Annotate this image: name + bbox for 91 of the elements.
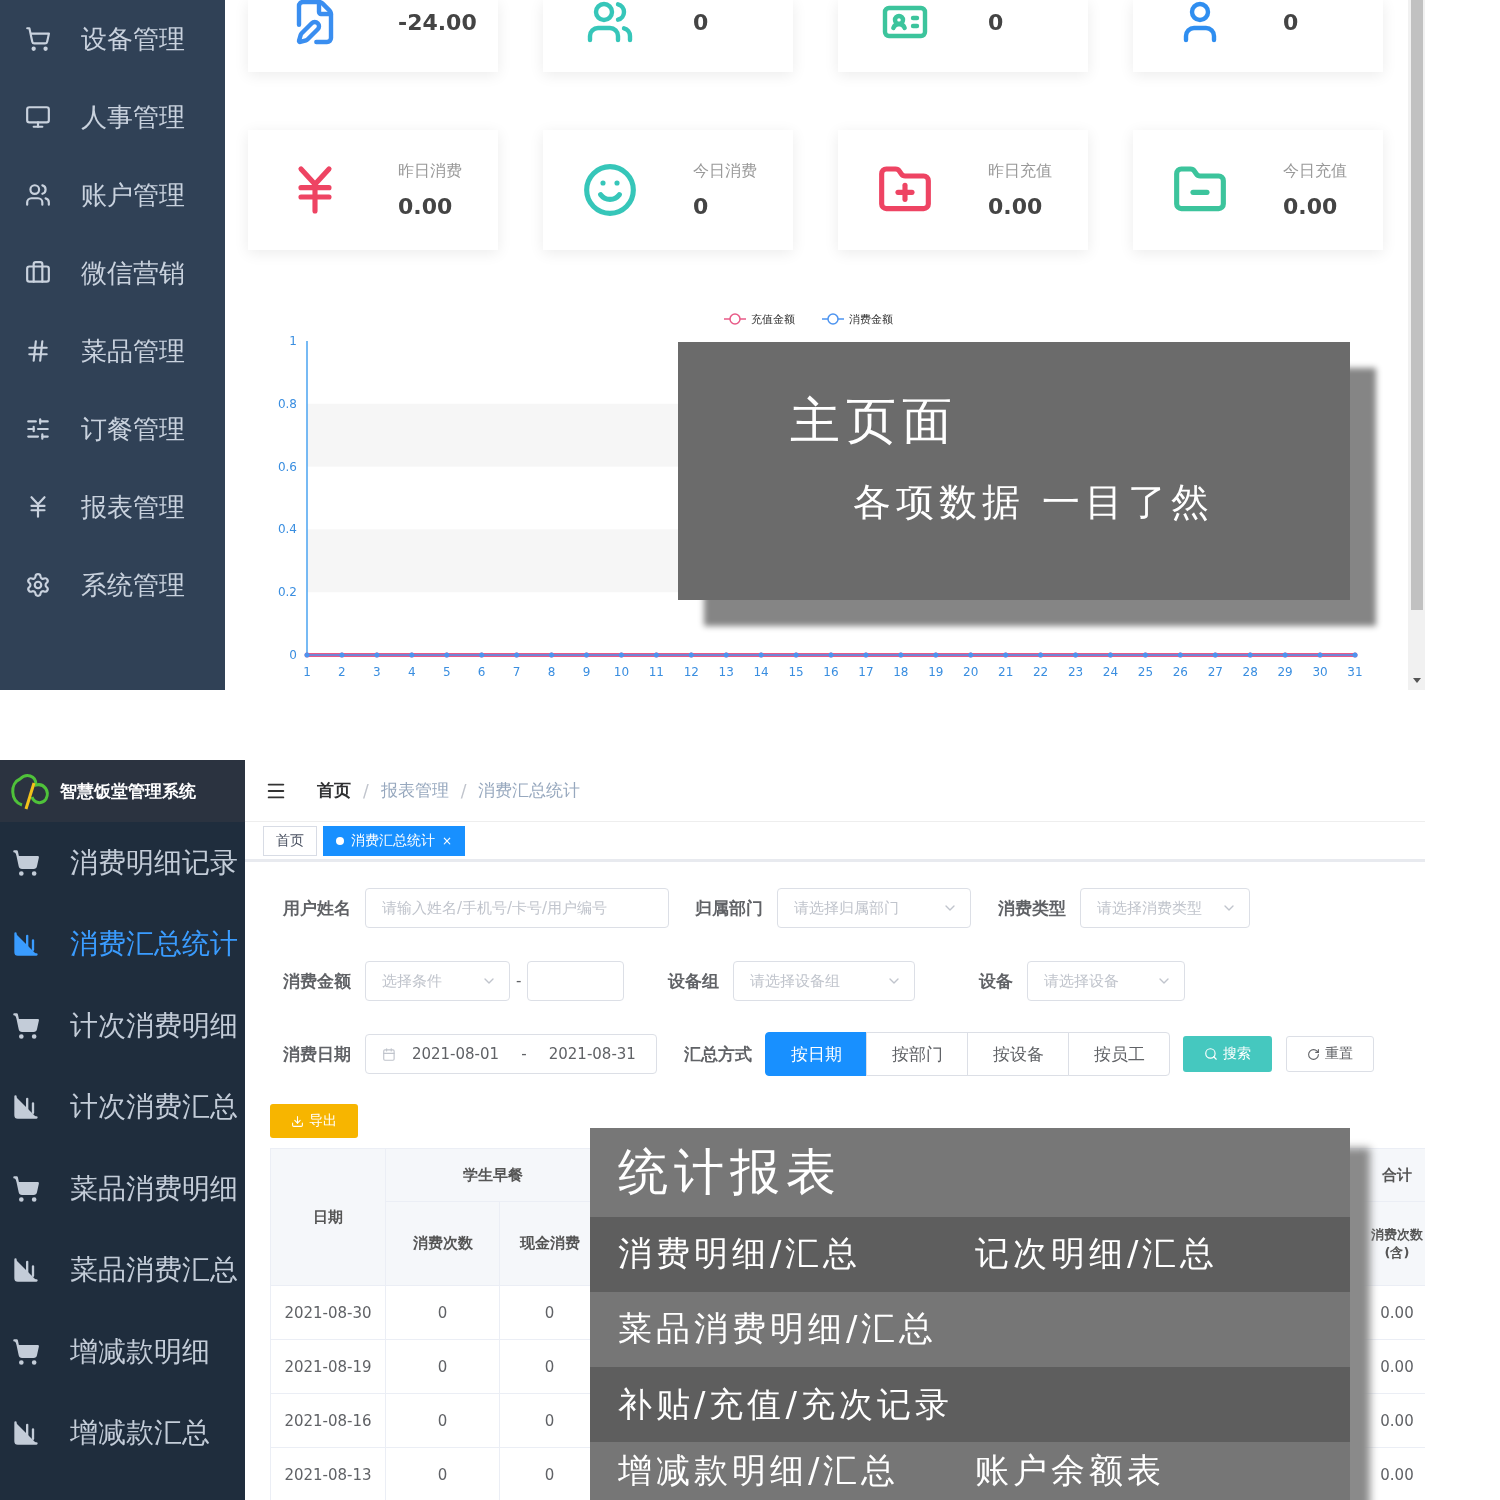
- placeholder-text: 请选择设备: [1044, 971, 1121, 991]
- stat-value: 0.00: [988, 194, 1044, 219]
- stat-value: 0: [693, 194, 710, 219]
- x-tick-label: 15: [788, 665, 804, 679]
- overlay-subtitle: 各项数据 一目了然: [852, 479, 1216, 526]
- breadcrumb-separator: /: [460, 780, 467, 801]
- x-tick-label: 21: [998, 665, 1014, 679]
- stat-value: 0.00: [1283, 194, 1339, 219]
- field-label: 设备: [979, 969, 1014, 993]
- overlay-title: 统计报表: [590, 1128, 1350, 1217]
- overlay-text: 记次明细/汇总: [975, 1232, 1220, 1276]
- column-header: 消费次数: [385, 1201, 500, 1286]
- x-tick-label: 30: [1312, 665, 1328, 679]
- placeholder-text: 请选择设备组: [750, 971, 842, 991]
- legend-label: 充值金额: [751, 313, 795, 326]
- x-tick-label: 4: [407, 665, 416, 679]
- x-tick-label: 19: [928, 665, 944, 679]
- x-tick-label: 6: [477, 665, 486, 679]
- breadcrumb-separator: /: [363, 780, 369, 801]
- table-cell: 0: [385, 1339, 500, 1394]
- column-header: 消费次数(含): [1359, 1201, 1425, 1286]
- table-cell: 0: [385, 1393, 500, 1448]
- stat-label: 今日充值: [1283, 161, 1347, 182]
- stat-value: 0: [1283, 9, 1299, 35]
- x-tick-label: 23: [1067, 665, 1084, 679]
- end-date: 2021-08-31: [547, 1045, 637, 1063]
- x-tick-label: 18: [893, 665, 909, 679]
- field-label: 消费金额: [283, 969, 351, 993]
- placeholder-text: 请选择归属部门: [794, 898, 900, 918]
- table-cell: 2021-08-30: [270, 1285, 386, 1340]
- x-tick-label: 5: [442, 665, 451, 679]
- x-tick-label: 16: [823, 665, 839, 679]
- range-separator: -: [521, 1045, 527, 1063]
- x-tick-label: 27: [1207, 665, 1223, 679]
- x-tick-label: 7: [512, 665, 521, 679]
- x-tick-label: 9: [582, 665, 591, 679]
- x-tick-label: 13: [718, 665, 734, 679]
- x-tick-label: 14: [753, 665, 769, 679]
- stat-value: 0: [988, 9, 1004, 35]
- x-tick-label: 20: [963, 665, 979, 679]
- field-label: 汇总方式: [684, 1042, 752, 1066]
- table-cell: 2021-08-16: [270, 1393, 386, 1448]
- table-cell: 0: [385, 1285, 500, 1340]
- field-label: 用户姓名: [283, 896, 351, 920]
- overlay-text: 补贴/充值/充次记录: [618, 1382, 954, 1426]
- y-tick-label: 0.2: [277, 585, 297, 600]
- column-header: 合计: [1359, 1148, 1425, 1202]
- start-date: 2021-08-01: [410, 1045, 501, 1063]
- x-tick-label: 22: [1032, 665, 1049, 679]
- stat-value: 0.00: [398, 194, 454, 219]
- x-tick-label: 28: [1242, 665, 1258, 679]
- column-header: 日期: [270, 1148, 386, 1286]
- overlay-text: 菜品消费明细/汇总: [618, 1307, 939, 1351]
- stat-label: 昨日充值: [988, 161, 1052, 182]
- y-tick-label: 1: [289, 334, 297, 348]
- y-tick-label: 0: [289, 648, 297, 662]
- x-tick-label: 8: [547, 665, 556, 679]
- table-cell: 2021-08-19: [270, 1339, 386, 1394]
- x-tick-label: 17: [858, 665, 874, 679]
- table-cell: 2021-08-13: [270, 1447, 386, 1500]
- app-title: 智慧饭堂管理系统: [60, 779, 196, 803]
- y-tick-label: 0.8: [277, 396, 297, 411]
- overlay-text: 消费明细/汇总: [618, 1232, 863, 1276]
- stat-label: 今日消费: [693, 161, 757, 182]
- overlay-title: 主页面: [789, 391, 959, 452]
- x-tick-label: 31: [1347, 665, 1363, 679]
- x-tick-label: 25: [1137, 665, 1154, 679]
- y-tick-label: 0.4: [277, 522, 297, 537]
- field-label: 设备组: [668, 969, 720, 993]
- x-tick-label: 2: [338, 665, 346, 679]
- x-tick-label: 1: [303, 665, 311, 679]
- stat-value: 0: [693, 9, 709, 35]
- placeholder-text: 选择条件: [382, 971, 443, 991]
- x-tick-label: 24: [1102, 665, 1119, 679]
- field-label: 消费类型: [998, 896, 1066, 920]
- stat-value: -24.00: [398, 9, 477, 35]
- y-tick-label: 0.6: [277, 459, 297, 474]
- field-label: 消费日期: [283, 1042, 351, 1066]
- x-tick-label: 12: [683, 665, 699, 679]
- overlay-text: 增减款明细/汇总: [618, 1449, 901, 1493]
- x-tick-label: 11: [648, 665, 664, 679]
- stat-label: 昨日消费: [398, 161, 462, 182]
- legend-label: 消费金额: [849, 313, 893, 326]
- overlay-text: 账户余额表: [975, 1449, 1166, 1493]
- x-tick-label: 3: [373, 665, 381, 679]
- x-tick-label: 10: [613, 665, 630, 679]
- range-separator: -: [516, 972, 522, 990]
- x-tick-label: 26: [1172, 665, 1188, 679]
- field-label: 归属部门: [695, 896, 763, 920]
- x-tick-label: 29: [1277, 665, 1293, 679]
- placeholder-text: 请选择消费类型: [1097, 898, 1203, 918]
